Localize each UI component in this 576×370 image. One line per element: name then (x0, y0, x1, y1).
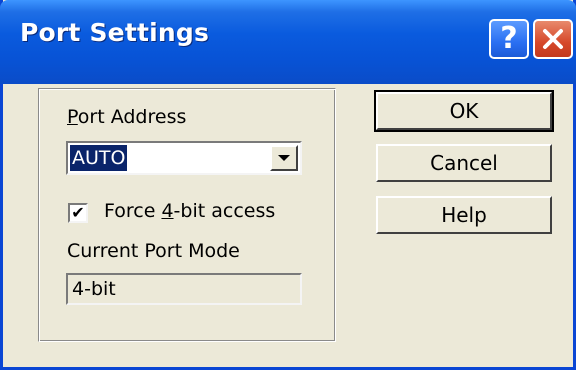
force-4bit-mnemonic: 4 (161, 200, 174, 222)
port-address-label: Port Address (67, 106, 187, 128)
ok-button[interactable]: OK (374, 90, 554, 132)
current-port-mode-field: 4-bit (66, 273, 302, 305)
title-bar[interactable]: Port Settings ? (0, 0, 576, 84)
checkmark-icon: ✔ (71, 203, 85, 222)
help-question-icon: ? (500, 21, 518, 56)
port-address-combobox[interactable]: AUTO (66, 141, 302, 175)
port-address-mnemonic: P (67, 106, 78, 128)
help-button[interactable]: Help (376, 196, 552, 234)
help-question-button[interactable]: ? (489, 19, 529, 59)
force-4bit-label[interactable]: Force 4-bit access (104, 200, 275, 222)
dropdown-arrow-button[interactable] (270, 145, 298, 171)
cancel-button[interactable]: Cancel (376, 144, 552, 182)
close-button[interactable] (533, 19, 573, 59)
close-x-icon (543, 29, 563, 49)
window-title: Port Settings (20, 18, 210, 47)
current-port-mode-label: Current Port Mode (67, 240, 240, 262)
chevron-down-icon (278, 155, 290, 161)
port-address-value: AUTO (70, 145, 128, 171)
force-4bit-checkbox[interactable]: ✔ (68, 203, 88, 223)
